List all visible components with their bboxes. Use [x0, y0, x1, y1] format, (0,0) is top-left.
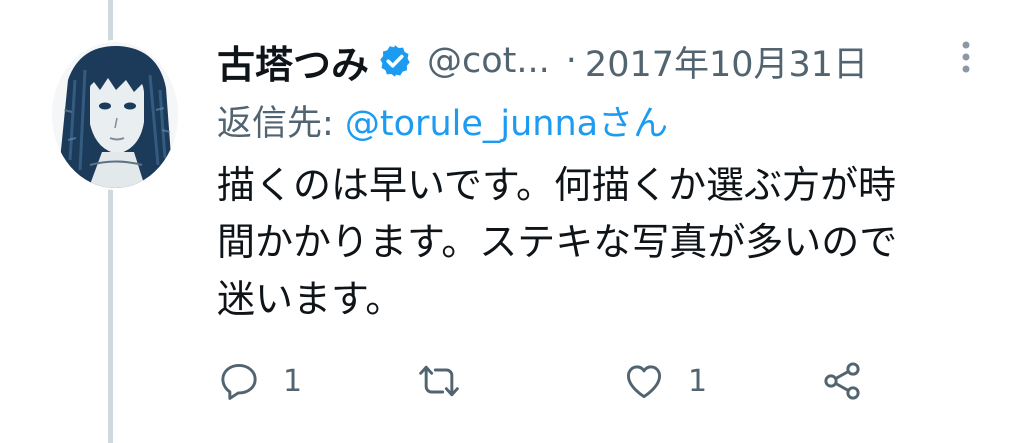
tweet-date[interactable]: 2017年10月31日 [585, 36, 868, 87]
heart-icon [626, 365, 662, 399]
user-handle[interactable]: @cot... [427, 41, 550, 81]
like-count: 1 [688, 363, 708, 399]
tweet-text-line: 迷います。 [217, 277, 404, 321]
avatar-illustration [52, 42, 178, 188]
verified-badge-icon [377, 43, 413, 79]
display-name[interactable]: 古塔つみ [217, 34, 369, 89]
reply-prefix: 返信先: [217, 104, 345, 144]
separator-dot: · [565, 41, 577, 81]
more-options-icon[interactable] [956, 38, 976, 78]
share-button[interactable] [820, 356, 864, 406]
tweet-text: 描くのは早いです。何描くか選ぶ方が時 間かかります。ステキな写真が多いので 迷い… [217, 157, 997, 328]
tweet-actions-bar: 1 1 [217, 356, 917, 406]
tweet-text-line: 間かかります。ステキな写真が多いので [217, 220, 898, 264]
retweet-button[interactable] [417, 356, 461, 406]
reply-count: 1 [283, 363, 303, 399]
reply-to-line: 返信先: @torule_junnaさん [217, 95, 668, 146]
reply-icon [221, 363, 257, 400]
avatar[interactable] [50, 40, 180, 190]
retweet-icon [419, 365, 459, 397]
tweet-header: 古塔つみ @cot... · 2017年10月31日 [217, 33, 868, 89]
like-button[interactable]: 1 [622, 356, 707, 406]
reply-mention-link[interactable]: @torule_junna [345, 104, 598, 144]
reply-suffix: さん [598, 104, 669, 144]
reply-button[interactable]: 1 [217, 356, 302, 406]
tweet-text-line: 描くのは早いです。何描くか選ぶ方が時 [217, 163, 897, 207]
share-icon [824, 362, 860, 400]
